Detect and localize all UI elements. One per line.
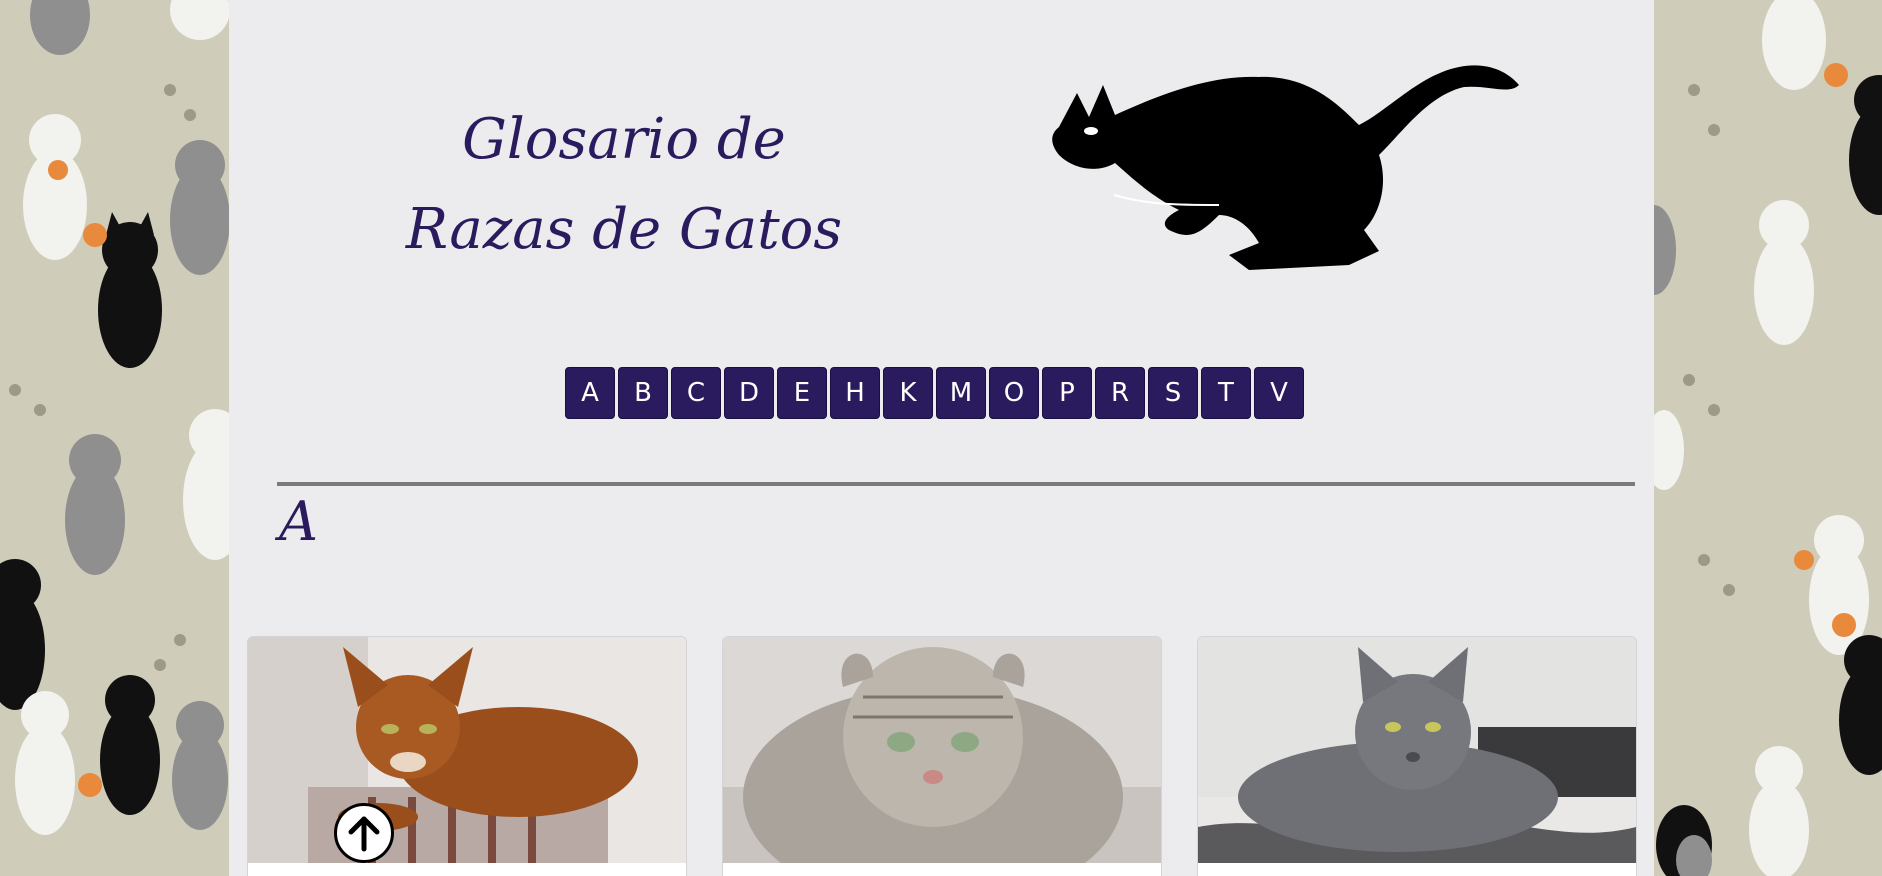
letter-button-o[interactable]: O — [989, 367, 1039, 419]
letter-button-c[interactable]: C — [671, 367, 721, 419]
page-title: Glosario de Razas de Gatos — [399, 95, 849, 275]
running-cat-illustration — [1052, 65, 1519, 270]
letter-button-p[interactable]: P — [1042, 367, 1092, 419]
letter-button-e[interactable]: E — [777, 367, 827, 419]
main-content: Glosario de Razas de Gatos A B C D E H K… — [229, 0, 1654, 876]
letter-button-a[interactable]: A — [565, 367, 615, 419]
american-curl-cat-photo — [723, 637, 1161, 863]
letter-button-s[interactable]: S — [1148, 367, 1198, 419]
letter-button-h[interactable]: H — [830, 367, 880, 419]
breed-card[interactable] — [247, 636, 687, 876]
section-letter-heading: A — [279, 490, 318, 553]
hero-header: Glosario de Razas de Gatos A B C D E H K… — [229, 0, 1654, 419]
breed-card[interactable] — [1197, 636, 1637, 876]
section-divider — [277, 482, 1635, 486]
title-line-2: Razas de Gatos — [405, 197, 843, 262]
abyssinian-cat-photo — [248, 637, 686, 863]
arrow-up-icon — [348, 816, 380, 852]
letter-button-b[interactable]: B — [618, 367, 668, 419]
letter-button-m[interactable]: M — [936, 367, 986, 419]
cat-wallpaper-right — [1654, 0, 1882, 876]
alphabet-nav: A B C D E H K M O P R S T V — [565, 367, 1304, 419]
cat-wallpaper-left — [0, 0, 230, 876]
letter-button-r[interactable]: R — [1095, 367, 1145, 419]
letter-button-d[interactable]: D — [724, 367, 774, 419]
letter-button-k[interactable]: K — [883, 367, 933, 419]
letter-button-v[interactable]: V — [1254, 367, 1304, 419]
breed-card[interactable] — [722, 636, 1162, 876]
title-line-1: Glosario de — [462, 107, 786, 172]
back-to-top-button[interactable] — [334, 803, 394, 863]
russian-blue-cat-photo — [1198, 637, 1636, 863]
letter-button-t[interactable]: T — [1201, 367, 1251, 419]
